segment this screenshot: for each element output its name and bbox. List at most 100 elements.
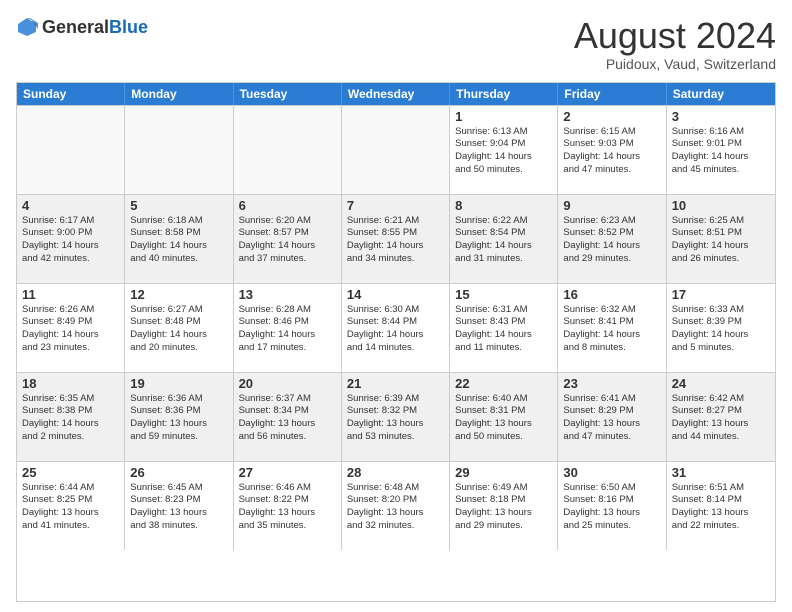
day-info: Sunrise: 6:30 AM Sunset: 8:44 PM Dayligh… [347,304,444,355]
day-info: Sunrise: 6:27 AM Sunset: 8:48 PM Dayligh… [130,304,227,355]
day-info: Sunrise: 6:41 AM Sunset: 8:29 PM Dayligh… [563,393,660,444]
week-row-2: 4 Sunrise: 6:17 AM Sunset: 9:00 PM Daylig… [17,194,775,283]
day-number: 28 [347,465,444,480]
cal-cell [17,106,125,194]
cal-cell: 1 Sunrise: 6:13 AM Sunset: 9:04 PM Daylig… [450,106,558,194]
day-number: 4 [22,198,119,213]
day-number: 18 [22,376,119,391]
day-info: Sunrise: 6:22 AM Sunset: 8:54 PM Dayligh… [455,215,552,266]
logo-icon [16,16,38,38]
cal-cell: 8 Sunrise: 6:22 AM Sunset: 8:54 PM Daylig… [450,195,558,283]
day-info: Sunrise: 6:32 AM Sunset: 8:41 PM Dayligh… [563,304,660,355]
cal-cell: 18Sunrise: 6:35 AM Sunset: 8:38 PM Dayli… [17,373,125,461]
day-info: Sunrise: 6:16 AM Sunset: 9:01 PM Dayligh… [672,126,770,177]
cal-cell [125,106,233,194]
week-row-3: 11 Sunrise: 6:26 AM Sunset: 8:49 PM Dayli… [17,283,775,372]
cal-cell: 3Sunrise: 6:16 AM Sunset: 9:01 PM Daylig… [667,106,775,194]
day-number: 26 [130,465,227,480]
logo-blue: Blue [109,17,148,37]
day-number: 31 [672,465,770,480]
day-number: 8 [455,198,552,213]
day-number: 23 [563,376,660,391]
day-number: 10 [672,198,770,213]
day-info: Sunrise: 6:39 AM Sunset: 8:32 PM Dayligh… [347,393,444,444]
day-number: 25 [22,465,119,480]
month-title: August 2024 [574,16,776,56]
day-info: Sunrise: 6:13 AM Sunset: 9:04 PM Dayligh… [455,126,552,177]
day-number: 2 [563,109,660,124]
cal-cell: 7Sunrise: 6:21 AM Sunset: 8:55 PM Daylig… [342,195,450,283]
day-info: Sunrise: 6:42 AM Sunset: 8:27 PM Dayligh… [672,393,770,444]
cal-cell: 14 Sunrise: 6:30 AM Sunset: 8:44 PM Dayli… [342,284,450,372]
cal-cell: 19 Sunrise: 6:36 AM Sunset: 8:36 PM Dayli… [125,373,233,461]
cal-cell: 11 Sunrise: 6:26 AM Sunset: 8:49 PM Dayli… [17,284,125,372]
calendar-body: 1 Sunrise: 6:13 AM Sunset: 9:04 PM Daylig… [17,105,775,550]
day-info: Sunrise: 6:36 AM Sunset: 8:36 PM Dayligh… [130,393,227,444]
day-number: 1 [455,109,552,124]
day-info: Sunrise: 6:50 AM Sunset: 8:16 PM Dayligh… [563,482,660,533]
cal-cell: 22Sunrise: 6:40 AM Sunset: 8:31 PM Dayli… [450,373,558,461]
day-number: 20 [239,376,336,391]
day-info: Sunrise: 6:31 AM Sunset: 8:43 PM Dayligh… [455,304,552,355]
day-number: 24 [672,376,770,391]
day-info: Sunrise: 6:48 AM Sunset: 8:20 PM Dayligh… [347,482,444,533]
cal-cell [234,106,342,194]
header-day-thursday: Thursday [450,83,558,105]
cal-cell: 12 Sunrise: 6:27 AM Sunset: 8:48 PM Dayli… [125,284,233,372]
cal-cell: 15Sunrise: 6:31 AM Sunset: 8:43 PM Dayli… [450,284,558,372]
day-info: Sunrise: 6:17 AM Sunset: 9:00 PM Dayligh… [22,215,119,266]
day-number: 16 [563,287,660,302]
cal-cell: 21 Sunrise: 6:39 AM Sunset: 8:32 PM Dayli… [342,373,450,461]
day-number: 29 [455,465,552,480]
cal-cell: 23 Sunrise: 6:41 AM Sunset: 8:29 PM Dayli… [558,373,666,461]
cal-cell: 13 Sunrise: 6:28 AM Sunset: 8:46 PM Dayli… [234,284,342,372]
day-info: Sunrise: 6:46 AM Sunset: 8:22 PM Dayligh… [239,482,336,533]
day-info: Sunrise: 6:28 AM Sunset: 8:46 PM Dayligh… [239,304,336,355]
cal-cell: 10 Sunrise: 6:25 AM Sunset: 8:51 PM Dayli… [667,195,775,283]
logo-text: GeneralBlue [42,17,148,38]
day-number: 27 [239,465,336,480]
cal-cell: 31 Sunrise: 6:51 AM Sunset: 8:14 PM Dayli… [667,462,775,550]
day-info: Sunrise: 6:21 AM Sunset: 8:55 PM Dayligh… [347,215,444,266]
logo-general: General [42,17,109,37]
cal-cell: 6Sunrise: 6:20 AM Sunset: 8:57 PM Daylig… [234,195,342,283]
day-number: 21 [347,376,444,391]
day-info: Sunrise: 6:26 AM Sunset: 8:49 PM Dayligh… [22,304,119,355]
header-day-wednesday: Wednesday [342,83,450,105]
day-info: Sunrise: 6:25 AM Sunset: 8:51 PM Dayligh… [672,215,770,266]
day-number: 30 [563,465,660,480]
day-info: Sunrise: 6:51 AM Sunset: 8:14 PM Dayligh… [672,482,770,533]
header-day-sunday: Sunday [17,83,125,105]
week-row-5: 25Sunrise: 6:44 AM Sunset: 8:25 PM Dayli… [17,461,775,550]
day-number: 14 [347,287,444,302]
day-info: Sunrise: 6:45 AM Sunset: 8:23 PM Dayligh… [130,482,227,533]
day-number: 11 [22,287,119,302]
cal-cell: 20 Sunrise: 6:37 AM Sunset: 8:34 PM Dayli… [234,373,342,461]
day-number: 12 [130,287,227,302]
logo: GeneralBlue [16,16,148,38]
day-info: Sunrise: 6:18 AM Sunset: 8:58 PM Dayligh… [130,215,227,266]
cal-cell: 5Sunrise: 6:18 AM Sunset: 8:58 PM Daylig… [125,195,233,283]
day-info: Sunrise: 6:37 AM Sunset: 8:34 PM Dayligh… [239,393,336,444]
day-number: 9 [563,198,660,213]
header-day-tuesday: Tuesday [234,83,342,105]
day-info: Sunrise: 6:23 AM Sunset: 8:52 PM Dayligh… [563,215,660,266]
day-number: 19 [130,376,227,391]
cal-cell: 24 Sunrise: 6:42 AM Sunset: 8:27 PM Dayli… [667,373,775,461]
day-info: Sunrise: 6:49 AM Sunset: 8:18 PM Dayligh… [455,482,552,533]
header-day-monday: Monday [125,83,233,105]
cal-cell: 30 Sunrise: 6:50 AM Sunset: 8:16 PM Dayli… [558,462,666,550]
calendar-header: SundayMondayTuesdayWednesdayThursdayFrid… [17,83,775,105]
location: Puidoux, Vaud, Switzerland [574,56,776,72]
cal-cell: 28 Sunrise: 6:48 AM Sunset: 8:20 PM Dayli… [342,462,450,550]
day-info: Sunrise: 6:33 AM Sunset: 8:39 PM Dayligh… [672,304,770,355]
week-row-1: 1 Sunrise: 6:13 AM Sunset: 9:04 PM Daylig… [17,105,775,194]
day-info: Sunrise: 6:15 AM Sunset: 9:03 PM Dayligh… [563,126,660,177]
day-number: 13 [239,287,336,302]
page: GeneralBlue August 2024 Puidoux, Vaud, S… [0,0,792,612]
calendar: SundayMondayTuesdayWednesdayThursdayFrid… [16,82,776,602]
cal-cell: 4 Sunrise: 6:17 AM Sunset: 9:00 PM Daylig… [17,195,125,283]
day-info: Sunrise: 6:20 AM Sunset: 8:57 PM Dayligh… [239,215,336,266]
cal-cell: 29 Sunrise: 6:49 AM Sunset: 8:18 PM Dayli… [450,462,558,550]
day-number: 22 [455,376,552,391]
